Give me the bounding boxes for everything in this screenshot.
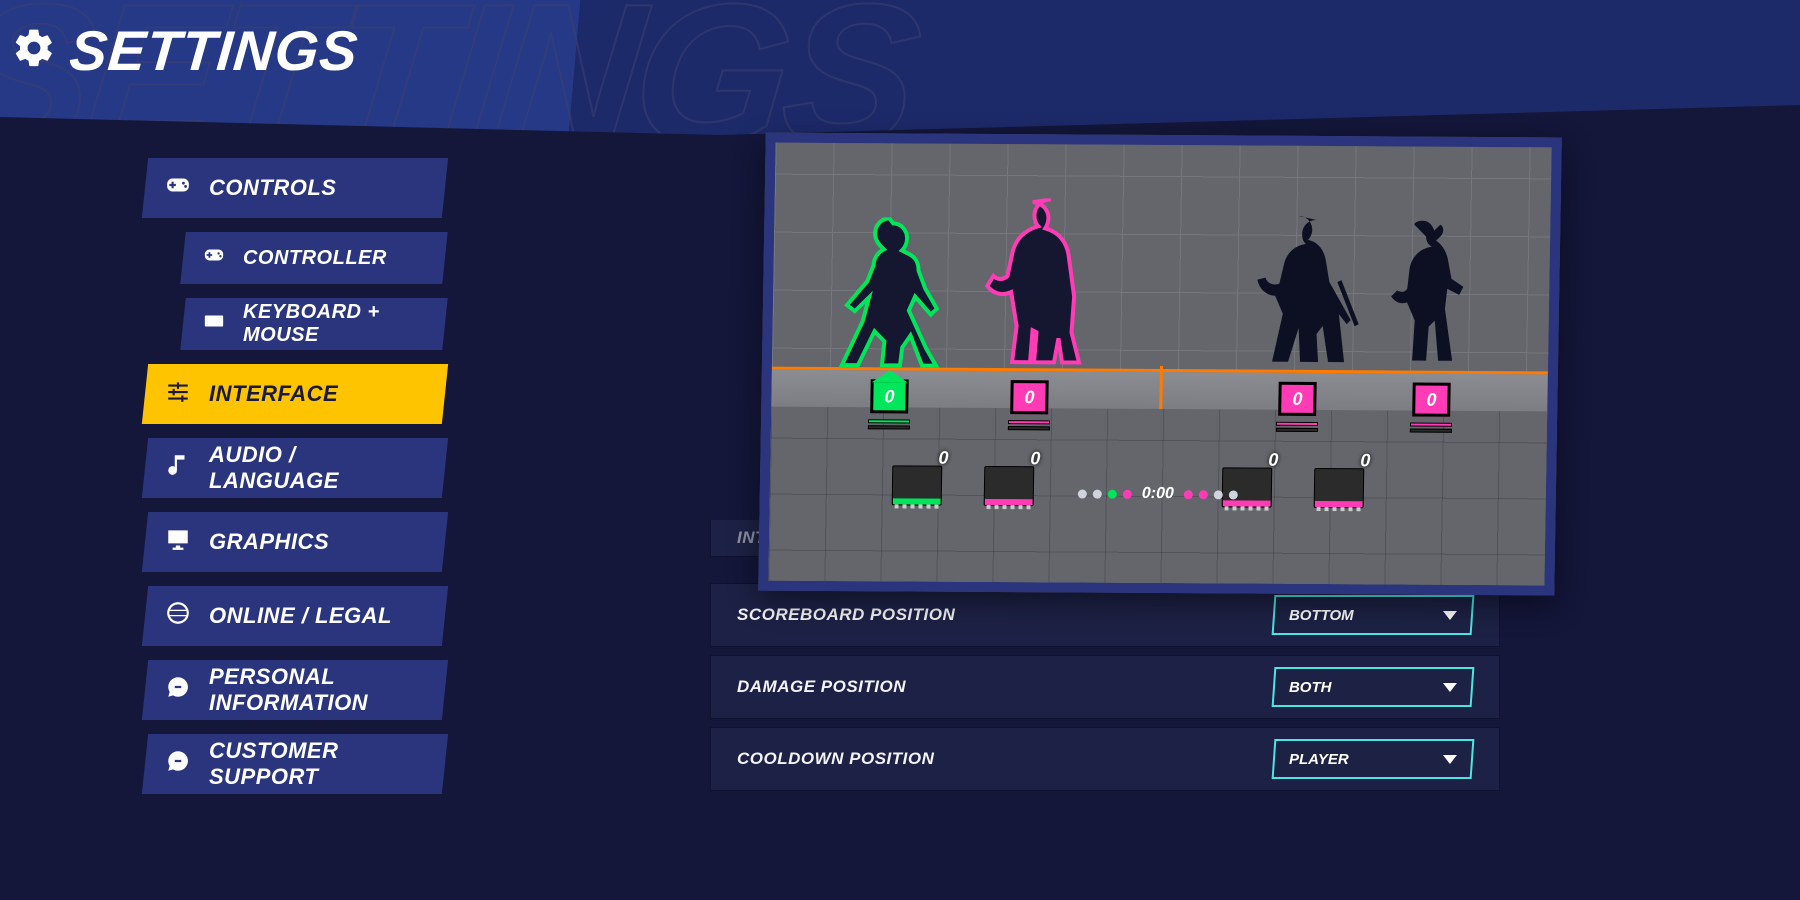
preview-player-2-silhouette [970,198,1093,369]
preview-score-p1: 0 [849,379,930,429]
sidebar-item-label: CUSTOMER SUPPORT [209,738,425,790]
preview-score-p2: 0 [989,380,1070,430]
monitor-icon [165,526,191,558]
settings-sidebar: CONTROLS CONTROLLER KEYBOARD + MOUSE INT… [145,158,445,794]
preview-stage: 0 0 0 0 0 0 0 [768,143,1551,586]
chevron-down-icon [1443,755,1457,764]
sidebar-item-personal-information[interactable]: PERSONAL INFORMATION [142,660,448,720]
sidebar-item-label: AUDIO / LANGUAGE [209,442,425,494]
dropdown-scoreboard-position[interactable]: BOTTOM [1272,595,1475,635]
sidebar-item-label: CONTROLS [209,175,336,201]
sidebar-item-online-legal[interactable]: ONLINE / LEGAL [142,586,448,646]
gamepad-icon [165,172,191,204]
sidebar-item-audio-language[interactable]: AUDIO / LANGUAGE [142,438,448,498]
match-timer: 0:00 [1142,485,1174,503]
preview-damage-group-right: 0 0 [1220,467,1367,508]
sidebar-item-customer-support[interactable]: CUSTOMER SUPPORT [142,734,448,794]
sidebar-item-label: GRAPHICS [209,529,329,555]
dropdown-cooldown-position[interactable]: PLAYER [1272,739,1475,779]
sidebar-item-controller[interactable]: CONTROLLER [180,232,447,284]
setting-label: DAMAGE POSITION [737,677,906,697]
damage-value: 0 [938,448,948,469]
stock-dots-left [1078,489,1132,498]
keyboard-icon [203,310,225,338]
preview-player-4-silhouette [1380,220,1472,371]
globe-icon [165,600,191,632]
preview-damage-group-left: 0 0 [890,465,1037,506]
sidebar-item-interface[interactable]: INTERFACE [142,364,448,424]
music-note-icon [165,452,191,484]
score-bars [1410,423,1452,433]
preview-player-1-silhouette [836,217,948,368]
score-value: 0 [1281,385,1313,413]
score-bars [1276,422,1318,432]
sidebar-item-label: ONLINE / LEGAL [209,603,392,629]
score-badge: 0 [870,379,909,413]
dropdown-damage-position[interactable]: BOTH [1272,667,1475,707]
score-bars [1008,420,1050,430]
gamepad-icon [203,244,225,272]
sidebar-item-keyboard-mouse[interactable]: KEYBOARD + MOUSE [180,298,447,350]
score-bars [868,419,910,429]
setting-label: COOLDOWN POSITION [737,749,934,769]
sidebar-item-label: PERSONAL INFORMATION [209,664,425,716]
interface-preview: 0 0 0 0 0 0 0 [758,133,1562,596]
score-value: 0 [1415,386,1447,414]
damage-card-p4: 0 [1312,468,1367,508]
page-title-text: SETTINGS [67,18,361,83]
setting-row-cooldown-position: COOLDOWN POSITION PLAYER [710,727,1500,791]
sliders-icon [165,378,191,410]
setting-label: SCOREBOARD POSITION [737,605,955,625]
preview-score-p3: 0 [1257,382,1338,432]
page-title: SETTINGS [12,18,358,83]
damage-value: 0 [1030,448,1040,469]
sidebar-item-label: CONTROLLER [243,247,387,270]
chat-bubble-icon [165,748,191,780]
dropdown-value: PLAYER [1289,751,1349,768]
damage-value: 0 [1360,450,1370,471]
dropdown-value: BOTH [1289,679,1332,696]
sidebar-item-graphics[interactable]: GRAPHICS [142,512,448,572]
preview-center-hud: 0:00 [1078,485,1238,504]
chat-bubble-icon [165,674,191,706]
preview-score-p4: 0 [1391,382,1472,432]
score-value: 0 [1013,383,1045,411]
score-badge: 0 [1278,382,1317,416]
stock-dots-right [1184,490,1238,499]
score-badge: 0 [1412,383,1451,417]
score-badge: 0 [1010,380,1049,414]
sidebar-item-label: KEYBOARD + MOUSE [243,301,425,347]
chevron-down-icon [1443,611,1457,620]
damage-card-p1: 0 [890,465,945,505]
setting-row-damage-position: DAMAGE POSITION BOTH [710,655,1500,719]
dropdown-value: BOTTOM [1289,607,1354,624]
preview-player-3-silhouette [1242,210,1365,371]
gear-icon [12,26,56,75]
damage-card-p2: 0 [982,466,1037,506]
sidebar-item-label: INTERFACE [209,381,338,407]
score-value: 0 [873,382,905,410]
sidebar-item-controls[interactable]: CONTROLS [142,158,448,218]
damage-value: 0 [1268,450,1278,471]
chevron-down-icon [1443,683,1457,692]
